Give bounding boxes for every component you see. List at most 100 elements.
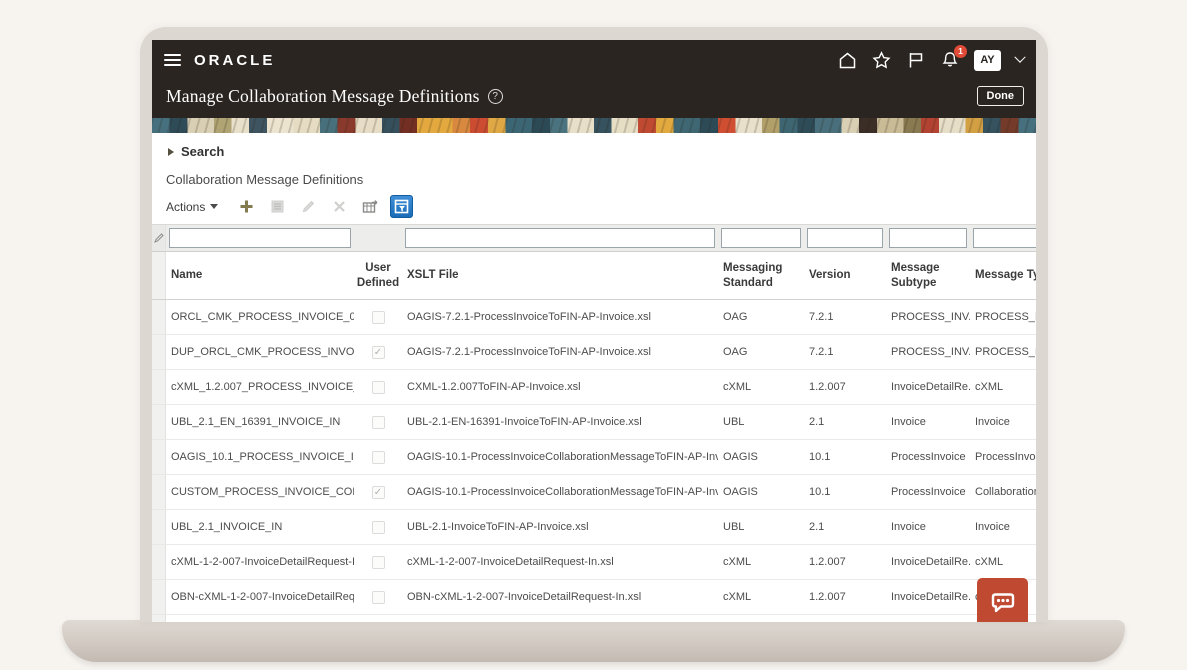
table-row[interactable]: cXML-1-2-007-InvoiceDetailRequest-In cXM…	[152, 545, 1036, 580]
table-row[interactable]: cXML_1.2.007_PROCESS_INVOICE_IN CXML-1.2…	[152, 370, 1036, 405]
actions-menu-button[interactable]: Actions	[166, 200, 218, 214]
actions-menu-label: Actions	[166, 200, 205, 214]
user-defined-checkbox	[372, 346, 385, 359]
table-row[interactable]: OAGIS_10.1_PROCESS_INVOICE_IN OAGIS-10.1…	[152, 440, 1036, 475]
cell-messaging-standard: OAG	[718, 335, 804, 369]
row-selector-cell[interactable]	[152, 335, 166, 369]
table-toolbar: Actions	[152, 187, 1036, 224]
filter-name-input[interactable]	[169, 228, 351, 248]
row-selector-cell[interactable]	[152, 545, 166, 579]
table-row[interactable]: UBL_2.1_INVOICE_IN UBL-2.1-InvoiceToFIN-…	[152, 510, 1036, 545]
cell-messaging-standard: OAG	[718, 615, 804, 622]
notifications-bell-icon[interactable]: 1	[940, 51, 959, 70]
cell-name: OAGIS_10.1_PROCESS_INVOICE_IN	[166, 440, 354, 474]
column-header-xslt-file[interactable]: XSLT File	[402, 252, 718, 299]
help-icon[interactable]: ?	[488, 89, 503, 104]
row-selector-cell[interactable]	[152, 370, 166, 404]
hamburger-menu-icon[interactable]	[164, 54, 181, 66]
table-row[interactable]: OBN-cXML-1-2-007-InvoiceDetailReques... …	[152, 580, 1036, 615]
row-selector-cell[interactable]	[152, 615, 166, 622]
row-selector-cell[interactable]	[152, 580, 166, 614]
cell-message-type: ProcessInvoice	[970, 440, 1036, 474]
column-header-user-defined[interactable]: User Defined	[354, 252, 402, 299]
cell-xslt-file: cXML-1-2-007-InvoiceDetailRequest-In.xsl	[402, 545, 718, 579]
favorites-star-icon[interactable]	[872, 51, 891, 70]
column-header-version[interactable]: Version	[804, 252, 886, 299]
home-icon[interactable]	[838, 51, 857, 70]
cell-user-defined	[354, 545, 402, 579]
column-header-message-subtype[interactable]: Message Subtype	[886, 252, 952, 299]
cell-version: 1.2.007	[804, 370, 886, 404]
avatar[interactable]: AY	[974, 50, 1001, 71]
row-selector-cell[interactable]	[152, 510, 166, 544]
user-defined-checkbox	[372, 556, 385, 569]
create-button[interactable]	[235, 196, 257, 218]
row-selector-cell[interactable]	[152, 440, 166, 474]
row-selector-cell[interactable]	[152, 300, 166, 334]
table-body: ORCL_CMK_PROCESS_INVOICE_002 OAGIS-7.2.1…	[152, 300, 1036, 622]
cell-messaging-standard: OAGIS	[718, 475, 804, 509]
filter-version-input[interactable]	[807, 228, 883, 248]
user-defined-checkbox	[372, 521, 385, 534]
edit-button	[297, 196, 319, 218]
cell-version: 10.1	[804, 475, 886, 509]
filter-row	[152, 224, 1036, 252]
table-section-heading: Collaboration Message Definitions	[152, 163, 1036, 187]
search-section-header[interactable]: Search	[152, 133, 1036, 163]
cell-name: UBL_2.1_INVOICE_IN	[166, 510, 354, 544]
query-by-example-button[interactable]	[390, 195, 413, 218]
filter-messaging-standard-input[interactable]	[721, 228, 801, 248]
done-button[interactable]: Done	[977, 86, 1025, 106]
row-selector-cell[interactable]	[152, 405, 166, 439]
cell-xslt-file: OBN-OAG-PROCESS_INVOICE_002-In.xsl	[402, 615, 718, 622]
cell-user-defined	[354, 370, 402, 404]
cell-message-type: CollaborationM...	[970, 475, 1036, 509]
cell-message-subtype: PROCESS_INV...	[886, 615, 970, 622]
detach-button[interactable]	[359, 196, 381, 218]
cell-messaging-standard: OAGIS	[718, 440, 804, 474]
cell-version: 10.1	[804, 440, 886, 474]
table-row[interactable]: ORCL_CMK_PROCESS_INVOICE_002 OAGIS-7.2.1…	[152, 300, 1036, 335]
cell-message-type: cXML	[970, 370, 1036, 404]
cell-user-defined	[354, 475, 402, 509]
cell-message-type: Invoice	[970, 405, 1036, 439]
cell-message-subtype: Invoice	[886, 405, 970, 439]
table-row[interactable]: DUP_ORCL_CMK_PROCESS_INVOICE... OAGIS-7.…	[152, 335, 1036, 370]
cell-xslt-file: OAGIS-10.1-ProcessInvoiceCollaborationMe…	[402, 440, 718, 474]
user-defined-checkbox	[372, 311, 385, 324]
table-row[interactable]: CUSTOM_PROCESS_INVOICE_COLLA... OAGIS-10…	[152, 475, 1036, 510]
cell-messaging-standard: cXML	[718, 545, 804, 579]
cell-messaging-standard: UBL	[718, 510, 804, 544]
user-defined-checkbox	[372, 486, 385, 499]
avatar-chevron-down-icon[interactable]	[1014, 52, 1025, 63]
column-header-messaging-standard[interactable]: Messaging Standard	[718, 252, 788, 299]
cell-xslt-file: UBL-2.1-EN-16391-InvoiceToFIN-AP-Invoice…	[402, 405, 718, 439]
duplicate-button	[266, 196, 288, 218]
cell-message-subtype: PROCESS_INV...	[886, 335, 970, 369]
search-expand-arrow-icon[interactable]	[168, 148, 174, 156]
column-header-name[interactable]: Name	[166, 252, 354, 299]
filter-message-subtype-input[interactable]	[889, 228, 967, 248]
cell-messaging-standard: OAG	[718, 300, 804, 334]
cell-messaging-standard: UBL	[718, 405, 804, 439]
filter-message-type-input[interactable]	[973, 228, 1036, 248]
table-row[interactable]: UBL_2.1_EN_16391_INVOICE_IN UBL-2.1-EN-1…	[152, 405, 1036, 440]
cell-xslt-file: OAGIS-7.2.1-ProcessInvoiceToFIN-AP-Invoi…	[402, 300, 718, 334]
flag-icon[interactable]	[906, 51, 925, 70]
cell-version: 1.2.007	[804, 580, 886, 614]
cell-version: 7.2.1	[804, 300, 886, 334]
oracle-logo: ORACLE	[194, 52, 275, 69]
cell-message-subtype: Invoice	[886, 510, 970, 544]
cell-user-defined	[354, 300, 402, 334]
cell-version: 7.2.1	[804, 615, 886, 622]
chat-button[interactable]	[977, 578, 1028, 622]
cell-user-defined	[354, 335, 402, 369]
column-header-message-type[interactable]: Message Type	[970, 252, 1036, 299]
filter-xslt-file-input[interactable]	[405, 228, 715, 248]
cell-message-type: PROCESS_INV...	[970, 300, 1036, 334]
cell-name: DUP_ORCL_CMK_PROCESS_INVOICE...	[166, 335, 354, 369]
row-selector-cell[interactable]	[152, 475, 166, 509]
cell-messaging-standard: cXML	[718, 580, 804, 614]
table-row[interactable]: OBN-OAG-PROCESS_INVOICE_002-In OBN-OAG-P…	[152, 615, 1036, 622]
user-defined-checkbox	[372, 591, 385, 604]
